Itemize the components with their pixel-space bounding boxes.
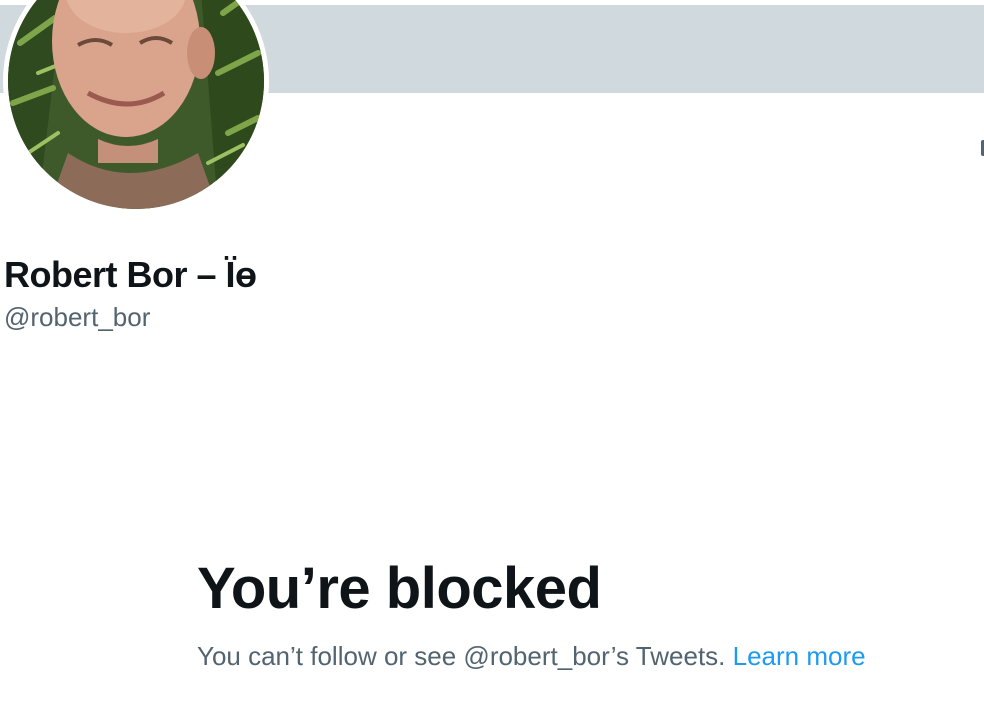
profile-photo-icon [8, 0, 264, 209]
profile-page: Robert Bor – Ïɵ @robert_bor You’re block… [0, 0, 984, 716]
blocked-notice: You’re blocked You can’t follow or see @… [197, 556, 877, 674]
blocked-description-text: You can’t follow or see @robert_bor’s Tw… [197, 641, 726, 671]
learn-more-link[interactable]: Learn more [733, 641, 866, 671]
blocked-title: You’re blocked [197, 556, 602, 621]
display-name: Robert Bor – Ïɵ [4, 254, 257, 295]
avatar[interactable] [3, 0, 269, 214]
blocked-description: You can’t follow or see @robert_bor’s Tw… [197, 638, 867, 674]
user-handle: @robert_bor [4, 302, 151, 332]
